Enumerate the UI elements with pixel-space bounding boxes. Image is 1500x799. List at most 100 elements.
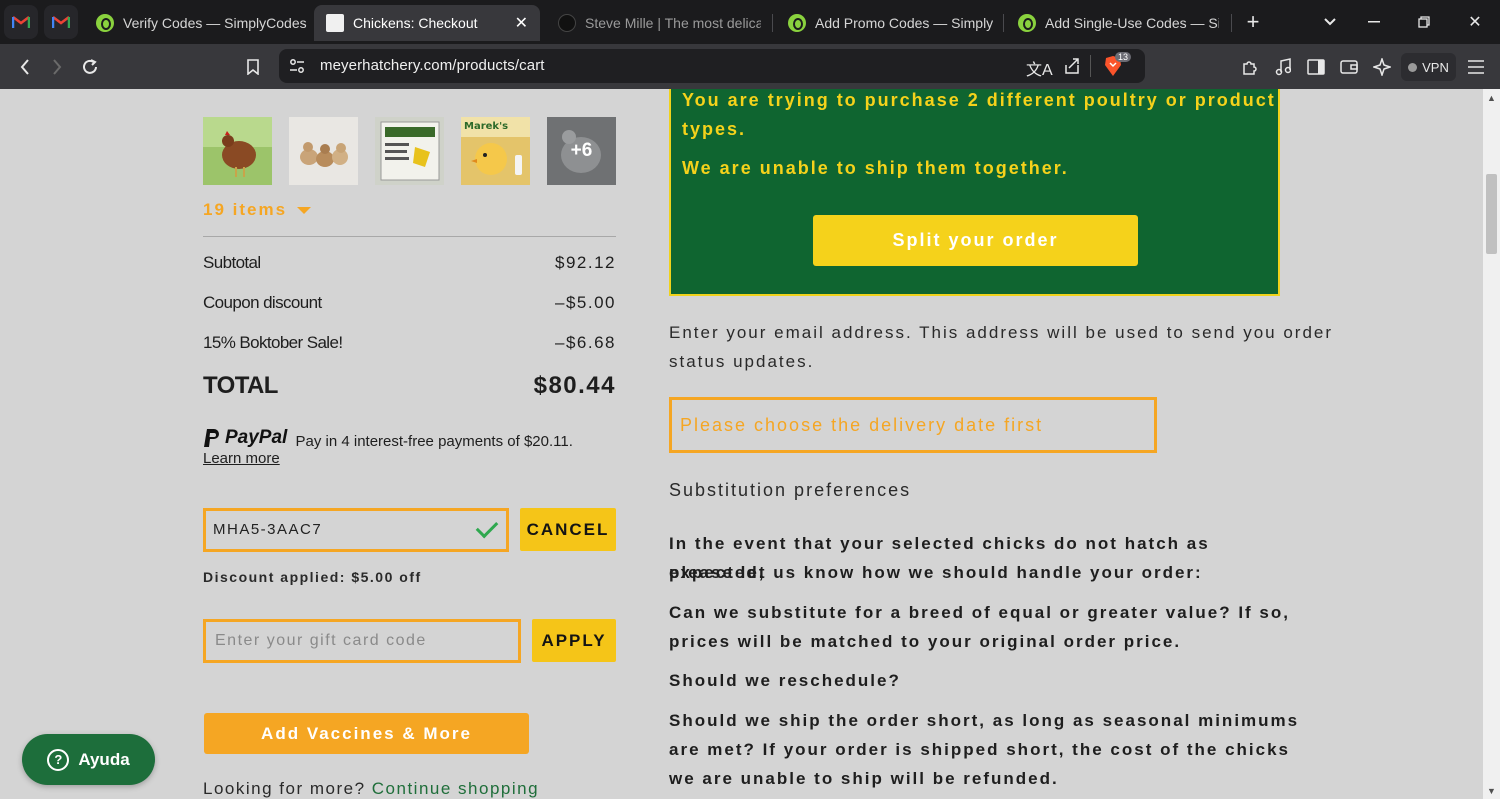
product-thumbnail-chicks[interactable]	[289, 117, 358, 185]
product-thumbnail-mareks-vaccine[interactable]: Marek's	[461, 117, 530, 185]
subtotal-label: Subtotal	[203, 253, 261, 272]
paypal-logo: PayPal	[203, 427, 287, 449]
simplycodes-icon	[1018, 14, 1036, 32]
tab-list-chevron-down-icon[interactable]	[1316, 8, 1344, 36]
tab-separator	[1231, 14, 1232, 32]
apply-gift-card-button[interactable]: APPLY	[532, 619, 616, 662]
browser-toolbar: meyerhatchery.com/products/cart 文A 13 VP…	[0, 44, 1500, 89]
alert-line-3: We are unable to ship them together.	[682, 158, 1069, 178]
minimize-icon[interactable]	[1360, 8, 1388, 36]
split-order-button[interactable]: Split your order	[813, 215, 1138, 266]
url-text: meyerhatchery.com/products/cart	[320, 57, 545, 74]
looking-for-more-text: Looking for more?	[203, 779, 366, 798]
gmail-icon	[52, 16, 70, 28]
restore-icon[interactable]	[1410, 8, 1438, 36]
subtotal-row: Subtotal $92.12	[203, 253, 616, 273]
leo-ai-icon[interactable]	[1368, 53, 1396, 81]
brave-shields-icon[interactable]: 13	[1103, 52, 1132, 82]
tab-label: Add Promo Codes — SimplyCo	[815, 15, 993, 31]
sale-discount-row: 15% Boktober Sale! –$6.68	[203, 333, 616, 353]
tab-separator	[772, 14, 773, 32]
gift-card-placeholder: Enter your gift card code	[215, 632, 427, 649]
forward-icon[interactable]	[43, 53, 71, 81]
tab-label: Verify Codes — SimplyCodes	[123, 15, 307, 31]
reload-icon[interactable]	[76, 53, 104, 81]
paypal-pay-later-message: PayPal Pay in 4 interest-free payments o…	[203, 427, 573, 467]
address-bar[interactable]: meyerhatchery.com/products/cart 文A 13	[279, 49, 1145, 83]
address-bar-divider	[1090, 55, 1091, 77]
steve-mille-icon	[558, 14, 576, 32]
discount-applied-note: Discount applied: $5.00 off	[203, 569, 422, 585]
site-settings-icon[interactable]	[288, 57, 306, 80]
items-count: 19 items	[203, 200, 288, 219]
more-thumbnails-count: +6	[570, 140, 593, 161]
coupon-code-value: MHA5-3AAC7	[213, 521, 323, 538]
add-vaccines-button[interactable]: Add Vaccines & More	[204, 713, 529, 754]
coupon-code-input[interactable]: MHA5-3AAC7	[203, 508, 509, 552]
total-value: $80.44	[533, 372, 616, 399]
looking-for-more: Looking for more? Continue shopping	[203, 779, 539, 799]
product-thumbnail-more[interactable]: +6	[547, 117, 616, 185]
tab-verify-codes[interactable]: Verify Codes — SimplyCodes	[96, 5, 308, 41]
question-icon: ?	[47, 748, 70, 771]
media-icon[interactable]	[1269, 53, 1297, 81]
substitution-para-1-line-2: please let us know how we should handle …	[669, 563, 1203, 582]
email-help-line-1: Enter your email address. This address w…	[669, 323, 1334, 342]
product-thumbnail-quick-chick[interactable]	[375, 117, 444, 185]
tab-add-promo-codes[interactable]: Add Promo Codes — SimplyCo	[788, 5, 994, 41]
split-order-alert: You are trying to purchase 2 different p…	[669, 89, 1280, 296]
translate-icon[interactable]: 文A	[1026, 56, 1053, 80]
caret-down-icon	[297, 206, 312, 214]
browser-tab-bar: Verify Codes — SimplyCodes Chickens: Che…	[0, 0, 1500, 44]
wallet-icon[interactable]	[1335, 53, 1363, 81]
sidebar-icon[interactable]	[1302, 53, 1330, 81]
delivery-date-placeholder: Please choose the delivery date first	[680, 415, 1044, 435]
extensions-icon[interactable]	[1236, 53, 1264, 81]
vpn-button[interactable]: VPN	[1401, 53, 1456, 81]
tab-label: Steve Mille | The most delicate	[585, 15, 761, 31]
tab-add-single-use-codes[interactable]: Add Single-Use Codes — Simp	[1018, 5, 1220, 41]
coupon-discount-value: –$5.00	[555, 293, 616, 312]
items-toggle[interactable]: 19 items	[203, 200, 312, 220]
close-tab-icon[interactable]: ✕	[515, 13, 528, 33]
scroll-up-arrow-icon[interactable]: ▲	[1483, 89, 1500, 106]
checkmark-icon	[475, 515, 499, 539]
gift-card-input[interactable]: Enter your gift card code	[203, 619, 521, 663]
product-thumbnail-hen[interactable]	[203, 117, 272, 185]
close-window-icon[interactable]: ✕	[1461, 8, 1489, 36]
continue-shopping-link[interactable]: Continue shopping	[372, 779, 539, 798]
substitution-para-3: Should we reschedule?	[669, 671, 901, 690]
share-icon[interactable]	[1063, 57, 1081, 80]
substitution-para-4-line-3: we are unable to ship will be refunded.	[669, 769, 1059, 788]
cancel-coupon-button[interactable]: CANCEL	[520, 508, 616, 551]
tab-steve-mille[interactable]: Steve Mille | The most delicate	[558, 5, 762, 41]
tab-label: Add Single-Use Codes — Simp	[1045, 15, 1219, 31]
delivery-date-field[interactable]: Please choose the delivery date first	[669, 397, 1157, 453]
meyer-hatchery-icon	[326, 14, 344, 32]
help-button[interactable]: ? Ayuda	[22, 734, 155, 785]
substitution-para-4-line-1: Should we ship the order short, as long …	[669, 711, 1300, 730]
new-tab-icon[interactable]: +	[1239, 8, 1267, 36]
paypal-brand: PayPal	[225, 427, 288, 448]
scroll-down-arrow-icon[interactable]: ▼	[1483, 782, 1500, 799]
paypal-learn-more-link[interactable]: Learn more	[203, 450, 280, 467]
menu-icon[interactable]	[1462, 53, 1490, 81]
alert-line-2: types.	[682, 119, 747, 139]
gmail-icon	[12, 16, 30, 28]
tab-label: Chickens: Checkout	[353, 15, 478, 31]
coupon-discount-label: Coupon discount	[203, 293, 322, 312]
pinned-tab-gmail[interactable]	[4, 5, 38, 39]
bookmark-icon[interactable]	[239, 53, 267, 81]
tab-chickens-checkout[interactable]: Chickens: Checkout ✕	[314, 5, 540, 41]
pinned-tab-gmail-2[interactable]	[44, 5, 78, 39]
tab-separator	[1003, 14, 1004, 32]
sale-discount-label: 15% Boktober Sale!	[203, 333, 343, 352]
total-label: TOTAL	[203, 372, 278, 399]
paypal-text: Pay in 4 interest-free payments of $20.1…	[295, 433, 573, 450]
simplycodes-icon	[96, 14, 114, 32]
back-icon[interactable]	[11, 53, 39, 81]
substitution-para-4-line-2: are met? If your order is shipped short,…	[669, 740, 1290, 759]
email-help-line-2: status updates.	[669, 352, 815, 371]
scrollbar-thumb[interactable]	[1486, 174, 1497, 254]
page-scrollbar[interactable]: ▲ ▼	[1483, 89, 1500, 799]
